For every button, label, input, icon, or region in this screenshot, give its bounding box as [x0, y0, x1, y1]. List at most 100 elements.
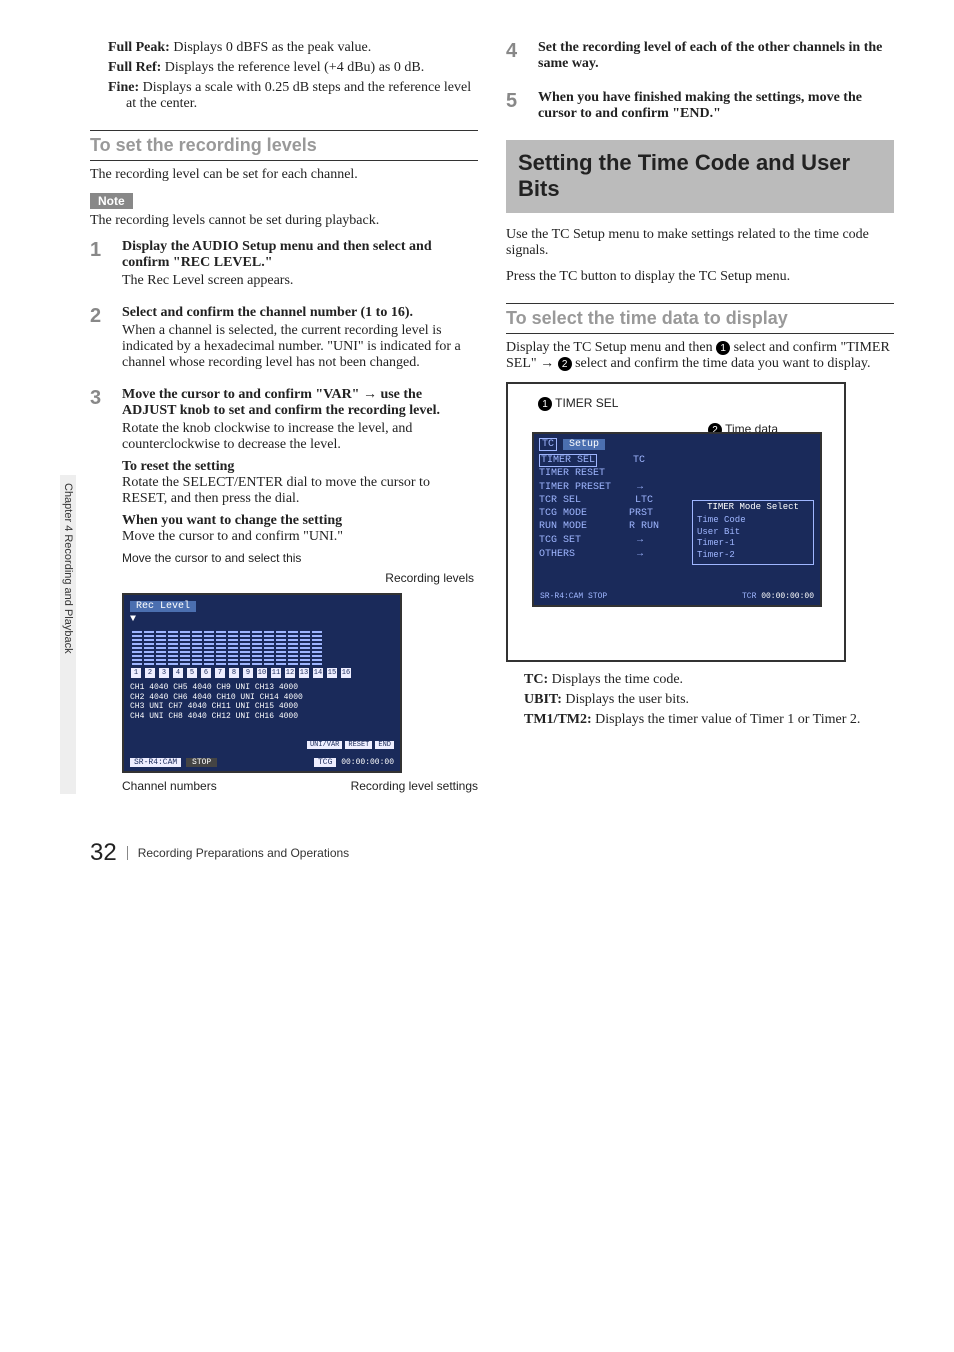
timer-mode-popup: TIMER Mode Select Time Code User Bit Tim…	[692, 500, 814, 565]
step-sub-body-change: Move the cursor to and confirm "UNI."	[122, 529, 478, 545]
tc-intro-1: Use the TC Setup menu to make settings r…	[506, 227, 894, 259]
callout-1-icon: 1	[538, 397, 552, 411]
step-number: 3	[90, 387, 110, 793]
ch-row: CH1 4040 CH5 4040 CH9 UNI CH13 4000	[130, 683, 394, 693]
step-4: 4 Set the recording level of each of the…	[506, 40, 894, 74]
status-device: SR-R4:CAM	[130, 758, 181, 767]
section-heading-tc: Setting the Time Code and User Bits	[506, 140, 894, 213]
status-time: 00:00:00:00	[761, 592, 814, 601]
ch-row: CH2 4040 CH6 4040 CH10 UNI CH14 4000	[130, 693, 394, 703]
step-sub-head-change: When you want to change the setting	[122, 513, 478, 529]
fig-annotation-right: Recording levels	[122, 571, 478, 585]
step-2: 2 Select and confirm the channel number …	[90, 305, 478, 371]
callout-1-icon: 1	[716, 341, 730, 355]
step-number: 1	[90, 239, 110, 289]
step-body: Select and confirm the channel number (1…	[122, 305, 478, 371]
ch-row: CH3 UNI CH7 4040 CH11 UNI CH15 4000	[130, 702, 394, 712]
two-column-layout: Full Peak: Displays 0 dBFS as the peak v…	[90, 40, 894, 809]
def-term: Fine:	[108, 80, 143, 95]
status-bar: SR-R4:CAM STOP TCG 00:00:00:00	[130, 758, 394, 767]
step-number: 2	[90, 305, 110, 371]
page-number: 32	[90, 839, 117, 867]
annot-rec-level-settings: Recording level settings	[351, 779, 478, 793]
def-full-ref: Full Ref: Displays the reference level (…	[90, 60, 478, 76]
popup-item: Timer-1	[697, 538, 809, 550]
step-head: Move the cursor to and confirm "VAR" → u…	[122, 387, 478, 419]
def-full-peak: Full Peak: Displays 0 dBFS as the peak v…	[90, 40, 478, 56]
text-a: Display the TC Setup menu and then	[506, 340, 716, 355]
step-head: Select and confirm the channel number (1…	[122, 305, 478, 321]
step-head: When you have finished making the settin…	[538, 90, 894, 122]
def-term: Full Ref:	[108, 60, 165, 75]
tc-intro-2: Press the TC button to display the TC Se…	[506, 269, 894, 285]
chapter-side-tab: Chapter 4 Recording and Playback	[60, 475, 76, 794]
reset-button: RESET	[345, 741, 372, 749]
steps-list-left: 1 Display the AUDIO Setup menu and then …	[90, 239, 478, 793]
steps-list-right: 4 Set the recording level of each of the…	[506, 40, 894, 124]
step-text: Rotate the knob clockwise to increase th…	[122, 421, 478, 453]
step-text: When a channel is selected, the current …	[122, 323, 478, 371]
rec-level-screen: Rec Level ▼ 12345678 910111213141516	[122, 593, 402, 773]
callout-1-label: TIMER SEL	[555, 396, 618, 410]
step-5: 5 When you have finished making the sett…	[506, 90, 894, 124]
def-text: Displays the reference level (+4 dBu) as…	[165, 60, 424, 75]
rec-level-tab: Rec Level	[130, 601, 196, 612]
tc-row: TIMER SEL TC	[539, 454, 815, 467]
figure-rec-level: Rec Level ▼ 12345678 910111213141516	[122, 593, 478, 773]
popup-item: Timer-2	[697, 550, 809, 562]
right-column: 4 Set the recording level of each of the…	[506, 40, 894, 809]
step-1: 1 Display the AUDIO Setup menu and then …	[90, 239, 478, 289]
ch-row: CH4 UNI CH8 4040 CH12 UNI CH16 4000	[130, 712, 394, 722]
step-text: The Rec Level screen appears.	[122, 273, 478, 289]
def-text: Displays the user bits.	[565, 692, 689, 707]
heading-rec-levels: To set the recording levels	[90, 130, 478, 161]
status-tcr: TCR	[742, 592, 756, 601]
step-body: Move the cursor to and confirm "VAR" → u…	[122, 387, 478, 793]
rec-intro-text: The recording level can be set for each …	[90, 167, 478, 183]
callout-2-icon: 2	[558, 357, 572, 371]
page-footer: 32 Recording Preparations and Operations	[90, 839, 894, 867]
def-tc: TC: Displays the time code.	[506, 672, 894, 688]
step-body: Display the AUDIO Setup menu and then se…	[122, 239, 478, 289]
status-tcg: TCG	[314, 758, 336, 767]
tc-row: TIMER RESET	[539, 467, 815, 480]
def-fine: Fine: Displays a scale with 0.25 dB step…	[90, 80, 478, 112]
footer-title: Recording Preparations and Operations	[127, 846, 349, 860]
step-sub-body-reset: Rotate the SELECT/ENTER dial to move the…	[122, 475, 478, 507]
tc-row: TIMER PRESET →	[539, 480, 815, 494]
def-tm1-tm2: TM1/TM2: Displays the timer value of Tim…	[506, 712, 894, 728]
left-column: Full Peak: Displays 0 dBFS as the peak v…	[90, 40, 478, 809]
step-3: 3 Move the cursor to and confirm "VAR" →…	[90, 387, 478, 793]
popup-title: TIMER Mode Select	[693, 501, 813, 513]
popup-items: Time Code User Bit Timer-1 Timer-2	[693, 513, 813, 564]
annot-channel-numbers: Channel numbers	[122, 779, 217, 793]
level-meters	[132, 631, 392, 665]
def-term: Full Peak:	[108, 40, 173, 55]
figure-tc-setup: 1 TIMER SEL 2 Time data TC Setup TIMER S…	[506, 382, 846, 662]
fig-bottom-annotations: Channel numbers Recording level settings	[122, 779, 478, 793]
callout-timer-sel: 1 TIMER SEL	[538, 396, 618, 412]
uni-var-button: UNI/VAR	[307, 741, 342, 749]
tc-setup-screen: TC Setup TIMER SEL TC TIMER RESET TIMER …	[532, 432, 822, 607]
heading-select-time-data: To select the time data to display	[506, 303, 894, 334]
note-label: Note	[90, 193, 133, 209]
status-time: 00:00:00:00	[341, 758, 394, 767]
end-button: END	[375, 741, 394, 749]
fig-annotation-top: Move the cursor to and select this	[122, 551, 478, 565]
def-text: Displays the timer value of Timer 1 or T…	[595, 712, 860, 727]
channel-value-grid: CH1 4040 CH5 4040 CH9 UNI CH13 4000 CH2 …	[130, 683, 394, 721]
def-term: TM1/TM2:	[524, 712, 595, 727]
rec-level-buttons: UNI/VAR RESET END	[307, 741, 394, 749]
definition-list-full: Full Peak: Displays 0 dBFS as the peak v…	[90, 40, 478, 112]
popup-item: Time Code	[697, 515, 809, 527]
step-number: 4	[506, 40, 526, 74]
popup-item: User Bit	[697, 527, 809, 539]
def-text: Displays the time code.	[552, 672, 683, 687]
def-term: UBIT:	[524, 692, 565, 707]
text-c: select and confirm the time data you wan…	[575, 356, 870, 371]
step-sub-head-reset: To reset the setting	[122, 459, 478, 475]
step-number: 5	[506, 90, 526, 124]
status-stop: STOP	[588, 592, 607, 601]
status-device: SR-R4:CAM	[540, 592, 583, 601]
tc-tab-right: Setup	[563, 439, 605, 450]
